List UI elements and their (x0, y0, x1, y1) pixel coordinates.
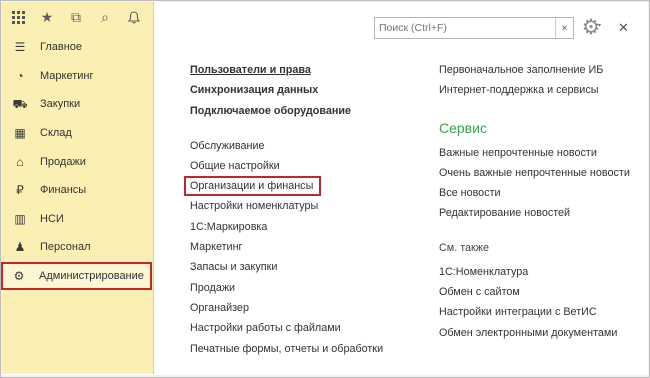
section-title-service: Сервис (439, 119, 487, 136)
link-edi-exchange[interactable]: Обмен электронными документами (439, 323, 639, 343)
book-icon: ▥ (14, 211, 26, 226)
sidebar-item-nsi[interactable]: ▥ НСИ (2, 205, 153, 234)
sidebar-item-label: Главное (40, 41, 83, 54)
close-icon[interactable]: ✕ (618, 20, 629, 36)
link-vetis-integration[interactable]: Настройки интеграции с ВетИС (439, 302, 639, 322)
sidebar-item-purchases[interactable]: ⛟ Закупки (2, 90, 153, 119)
sidebar-item-label: Склад (40, 127, 72, 140)
link-print-forms-reports[interactable]: Печатные формы, отчеты и обработки (190, 339, 422, 359)
sidebar-toolbar: ★ ⧉ ⌕ (2, 2, 153, 32)
link-nomenclature-settings[interactable]: Настройки номенклатуры (190, 196, 422, 216)
search-input[interactable] (375, 19, 555, 37)
link-edit-news[interactable]: Редактирование новостей (439, 203, 639, 223)
sidebar-item-sales[interactable]: ⌂ Продажи (2, 147, 153, 176)
link-maintenance[interactable]: Обслуживание (190, 136, 422, 156)
link-marketing[interactable]: Маркетинг (190, 237, 422, 257)
sidebar-item-marketing[interactable]: ◔ Маркетинг (2, 62, 153, 91)
basket-icon: ⌂ (16, 154, 24, 169)
link-1c-nomenclature[interactable]: 1С:Номенклатура (439, 262, 639, 282)
ruble-icon: ₽ (16, 183, 24, 198)
right-column: Первоначальное заполнение ИБ Интернет-по… (439, 60, 639, 343)
sidebar-item-finance[interactable]: ₽ Финансы (2, 176, 153, 205)
search-field: × (374, 17, 574, 39)
link-organizations-and-finance[interactable]: Организации и финансы (184, 176, 321, 197)
link-connected-equipment[interactable]: Подключаемое оборудование (190, 101, 422, 121)
sidebar-menu: ☰ Главное ◔ Маркетинг ⛟ Закупки ▦ Склад … (1, 33, 153, 291)
link-marking[interactable]: 1С:Маркировка (190, 217, 422, 237)
gear-icon: ⚙ (13, 269, 25, 284)
link-initial-fill[interactable]: Первоначальное заполнение ИБ (439, 60, 639, 80)
administration-panel: × ⚙ ▾ ✕ Пользователи и права Синхронизац… (156, 2, 648, 374)
chevron-down-icon[interactable]: ▾ (598, 22, 601, 29)
sidebar-item-warehouse[interactable]: ▦ Склад (2, 119, 153, 148)
sidebar-item-administration[interactable]: ⚙ Администрирование (1, 261, 152, 291)
link-all-news[interactable]: Все новости (439, 183, 639, 203)
link-file-settings[interactable]: Настройки работы с файлами (190, 318, 422, 338)
search-icon[interactable]: ⌕ (95, 6, 115, 28)
sidebar-item-label: Администрирование (39, 270, 144, 283)
link-internet-support[interactable]: Интернет-поддержка и сервисы (439, 80, 639, 100)
warehouse-icon: ▦ (14, 126, 26, 141)
sidebar-item-label: Продажи (40, 155, 86, 168)
star-icon[interactable]: ★ (37, 6, 57, 28)
left-column: Пользователи и права Синхронизация данны… (184, 60, 422, 359)
link-very-important-unread-news[interactable]: Очень важные непрочтенные новости (439, 163, 639, 183)
sidebar-item-label: Финансы (40, 184, 87, 197)
sidebar: ★ ⧉ ⌕ ☰ Главное ◔ Маркетинг ⛟ Закупки ▦ … (1, 2, 154, 374)
link-site-exchange[interactable]: Обмен с сайтом (439, 282, 639, 302)
link-organizer[interactable]: Органайзер (190, 298, 422, 318)
sidebar-item-personnel[interactable]: ♟ Персонал (2, 233, 153, 262)
truck-icon: ⛟ (12, 97, 28, 112)
person-icon: ♟ (14, 240, 26, 255)
sidebar-item-label: НСИ (40, 212, 64, 225)
search-clear-button[interactable]: × (555, 18, 573, 38)
link-users-and-rights[interactable]: Пользователи и права (190, 60, 422, 80)
bell-icon[interactable] (124, 6, 144, 28)
sidebar-item-main[interactable]: ☰ Главное (2, 33, 153, 62)
apps-grid-icon[interactable] (8, 6, 28, 28)
section-title-see-also: См. также (439, 241, 489, 254)
pie-chart-icon: ◔ (16, 68, 24, 83)
link-general-settings[interactable]: Общие настройки (190, 156, 422, 176)
sidebar-item-label: Маркетинг (40, 69, 94, 82)
link-stock-and-purchases[interactable]: Запасы и закупки (190, 257, 422, 277)
sidebar-item-label: Закупки (40, 98, 81, 111)
link-sales[interactable]: Продажи (190, 278, 422, 298)
list-icon: ☰ (14, 40, 26, 55)
sidebar-item-label: Персонал (40, 241, 91, 254)
link-important-unread-news[interactable]: Важные непрочтенные новости (439, 143, 639, 163)
history-icon[interactable]: ⧉ (66, 6, 86, 28)
link-data-sync[interactable]: Синхронизация данных (190, 80, 422, 100)
